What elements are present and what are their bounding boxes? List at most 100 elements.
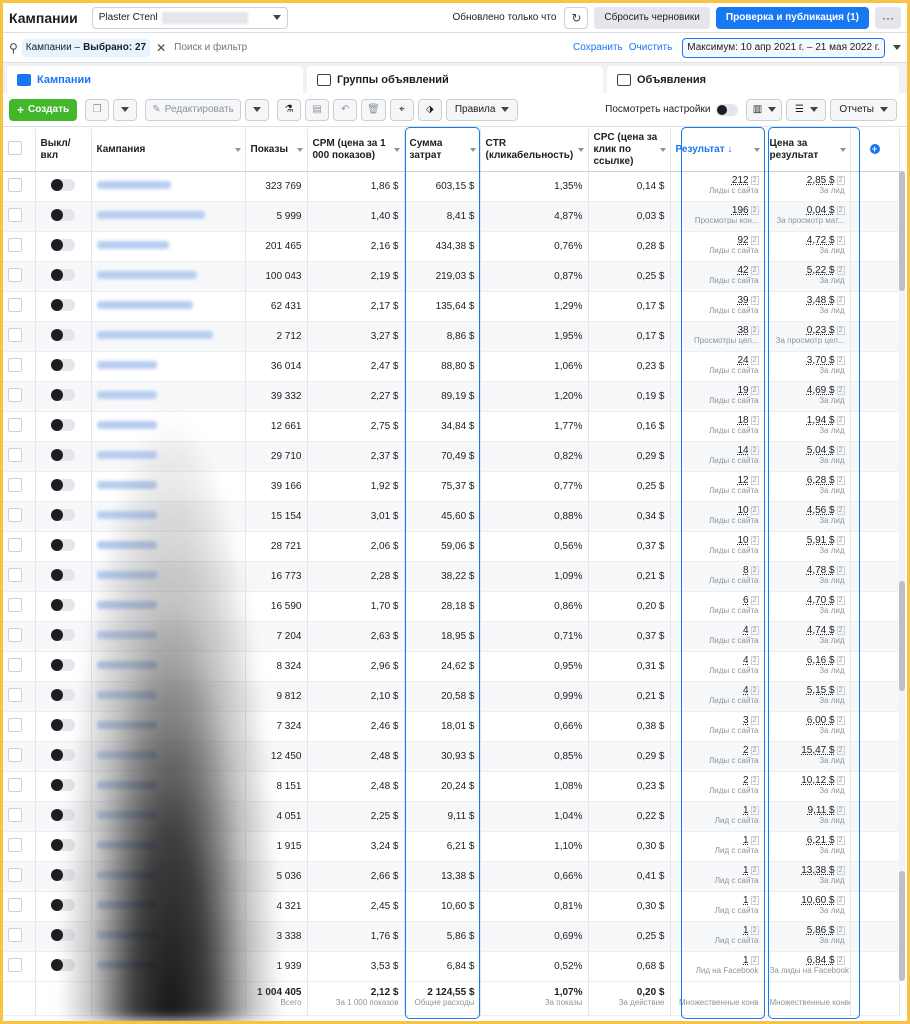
campaign-name-blurred[interactable] [96, 900, 157, 909]
cost-value[interactable]: 6,21 $ [807, 835, 835, 846]
cost-cell[interactable]: 5,15 $2 За лид [764, 681, 851, 712]
result-value[interactable]: 6 [743, 595, 749, 606]
row-checkbox[interactable] [8, 267, 22, 282]
row-checkbox-cell[interactable] [3, 441, 36, 472]
cost-value[interactable]: 5,04 $ [807, 445, 835, 456]
view-settings-toggle[interactable] [716, 103, 739, 116]
row-checkbox-cell[interactable] [3, 681, 36, 712]
campaign-name-cell[interactable] [91, 831, 246, 862]
info-icon[interactable]: 2 [836, 895, 845, 905]
row-checkbox[interactable] [8, 957, 22, 972]
cost-value[interactable]: 0,04 $ [807, 205, 835, 216]
result-value[interactable]: 3 [743, 715, 749, 726]
undo-button[interactable]: ↶ [333, 98, 358, 121]
campaign-name-blurred[interactable] [96, 390, 157, 399]
tag-button[interactable]: ⬗ [417, 98, 442, 121]
cost-value[interactable]: 4,69 $ [807, 385, 835, 396]
campaign-name-blurred[interactable] [96, 510, 157, 519]
cost-cell[interactable]: 6,28 $2 За лид [764, 471, 851, 502]
cost-cell[interactable]: 15,47 $2 За лид [764, 741, 851, 772]
cost-cell[interactable]: 5,91 $2 За лид [764, 531, 851, 562]
table-row[interactable]: 1 915 3,24 $6,21 $1,10% 0,30 $1 2 Лид с сайт… [3, 831, 900, 862]
result-cell[interactable]: 18 2 Лиды с сайта [670, 411, 765, 442]
table-row[interactable]: 39 332 2,27 $89,19 $1,20% 0,19 $19 2 Лиды с … [3, 381, 900, 412]
row-checkbox-cell[interactable] [3, 711, 36, 742]
campaign-toggle[interactable] [51, 208, 75, 221]
cost-cell[interactable]: 3,48 $2 За лид [764, 291, 851, 322]
campaign-name-cell[interactable] [91, 681, 246, 712]
row-checkbox-cell[interactable] [3, 351, 36, 382]
cost-cell[interactable]: 5,22 $2 За лид [764, 261, 851, 292]
campaign-toggle[interactable] [51, 598, 75, 611]
table-row[interactable]: 5 999 1,40 $8,41 $4,87% 0,03 $196 2 Просмотр… [3, 201, 900, 232]
row-checkbox-cell[interactable] [3, 261, 36, 292]
table-row[interactable]: 7 204 2,63 $18,95 $0,71% 0,37 $4 2 Лиды с са… [3, 621, 900, 652]
info-icon[interactable]: 2 [750, 175, 759, 185]
campaign-name-cell[interactable] [91, 441, 246, 472]
campaign-name-cell[interactable] [91, 801, 246, 832]
campaign-name-cell[interactable] [91, 531, 246, 562]
campaign-name-blurred[interactable] [96, 300, 193, 309]
cost-cell[interactable]: 0,04 $2 За просмотр мат... [764, 201, 851, 232]
more-options-button[interactable]: ··· [875, 6, 901, 29]
row-toggle-cell[interactable] [35, 741, 92, 772]
result-cell[interactable]: 1 2 Лид с сайта [670, 861, 765, 892]
result-value[interactable]: 38 [737, 325, 748, 336]
campaign-toggle[interactable] [51, 688, 75, 701]
reports-button[interactable]: Отчеты [830, 98, 897, 121]
campaign-toggle[interactable] [51, 238, 75, 251]
campaign-name-cell[interactable] [91, 321, 246, 352]
row-toggle-cell[interactable] [35, 561, 92, 592]
row-checkbox-cell[interactable] [3, 861, 36, 892]
info-icon[interactable]: 2 [750, 325, 759, 335]
campaign-toggle[interactable] [51, 328, 75, 341]
date-range-picker[interactable]: Максимум: 10 апр 2021 г. – 21 мая 2022 г… [682, 37, 885, 58]
info-icon[interactable]: 2 [836, 925, 845, 935]
cost-cell[interactable]: 4,72 $2 За лид [764, 231, 851, 262]
row-toggle-cell[interactable] [35, 891, 92, 922]
campaign-name-cell[interactable] [91, 411, 246, 442]
info-icon[interactable]: 2 [836, 805, 845, 815]
cost-value[interactable]: 6,16 $ [807, 655, 835, 666]
row-toggle-cell[interactable] [35, 291, 92, 322]
info-icon[interactable]: 2 [836, 445, 845, 455]
result-value[interactable]: 212 [732, 175, 749, 186]
col-cost[interactable]: Цена за результат [764, 129, 851, 172]
edit-button[interactable]: ✎ Редактировать [145, 98, 242, 121]
table-row[interactable]: 2 712 3,27 $8,86 $1,95% 0,17 $38 2 Просмотры… [3, 321, 900, 352]
row-toggle-cell[interactable] [35, 801, 92, 832]
campaign-name-blurred[interactable] [96, 480, 157, 489]
row-toggle-cell[interactable] [35, 621, 92, 652]
result-value[interactable]: 19 [737, 385, 748, 396]
campaign-name-cell[interactable] [91, 891, 246, 922]
col-ctr[interactable]: CTR (кликабельность) [480, 129, 589, 172]
table-row[interactable]: 62 431 2,17 $135,64 $1,29% 0,17 $39 2 Лиды с… [3, 291, 900, 322]
table-row[interactable]: 29 710 2,37 $70,49 $0,82% 0,29 $14 2 Лиды с … [3, 441, 900, 472]
row-checkbox[interactable] [8, 537, 22, 552]
cost-value[interactable]: 4,56 $ [807, 505, 835, 516]
cost-cell[interactable]: 4,69 $2 За лид [764, 381, 851, 412]
cost-cell[interactable]: 3,70 $2 За лид [764, 351, 851, 382]
cost-value[interactable]: 1,94 $ [807, 415, 835, 426]
campaign-toggle[interactable] [51, 298, 75, 311]
result-value[interactable]: 1 [743, 835, 749, 846]
result-cell[interactable]: 24 2 Лиды с сайта [670, 351, 765, 382]
tab-adsets[interactable]: Группы объявлений [307, 66, 603, 93]
table-row[interactable]: 12 450 2,48 $30,93 $0,85% 0,29 $2 2 Лиды с с… [3, 741, 900, 772]
info-icon[interactable]: 2 [836, 325, 845, 335]
cost-value[interactable]: 15,47 $ [801, 745, 834, 756]
result-cell[interactable]: 12 2 Лиды с сайта [670, 471, 765, 502]
row-checkbox[interactable] [8, 657, 22, 672]
select-all-checkbox[interactable] [8, 140, 22, 155]
cost-cell[interactable]: 9,11 $2 За лид [764, 801, 851, 832]
info-icon[interactable]: 2 [836, 235, 845, 245]
rules-button[interactable]: Правила [445, 98, 519, 121]
cost-value[interactable]: 3,70 $ [807, 355, 835, 366]
row-checkbox-cell[interactable] [3, 411, 36, 442]
campaign-name-cell[interactable] [91, 291, 246, 322]
cost-value[interactable]: 4,78 $ [807, 565, 835, 576]
table-row[interactable]: 323 769 1,86 $603,15 $1,35% 0,14 $212 2 Лиды… [3, 171, 900, 202]
result-value[interactable]: 4 [743, 625, 749, 636]
info-icon[interactable]: 2 [836, 475, 845, 485]
result-cell[interactable]: 3 2 Лиды с сайта [670, 711, 765, 742]
